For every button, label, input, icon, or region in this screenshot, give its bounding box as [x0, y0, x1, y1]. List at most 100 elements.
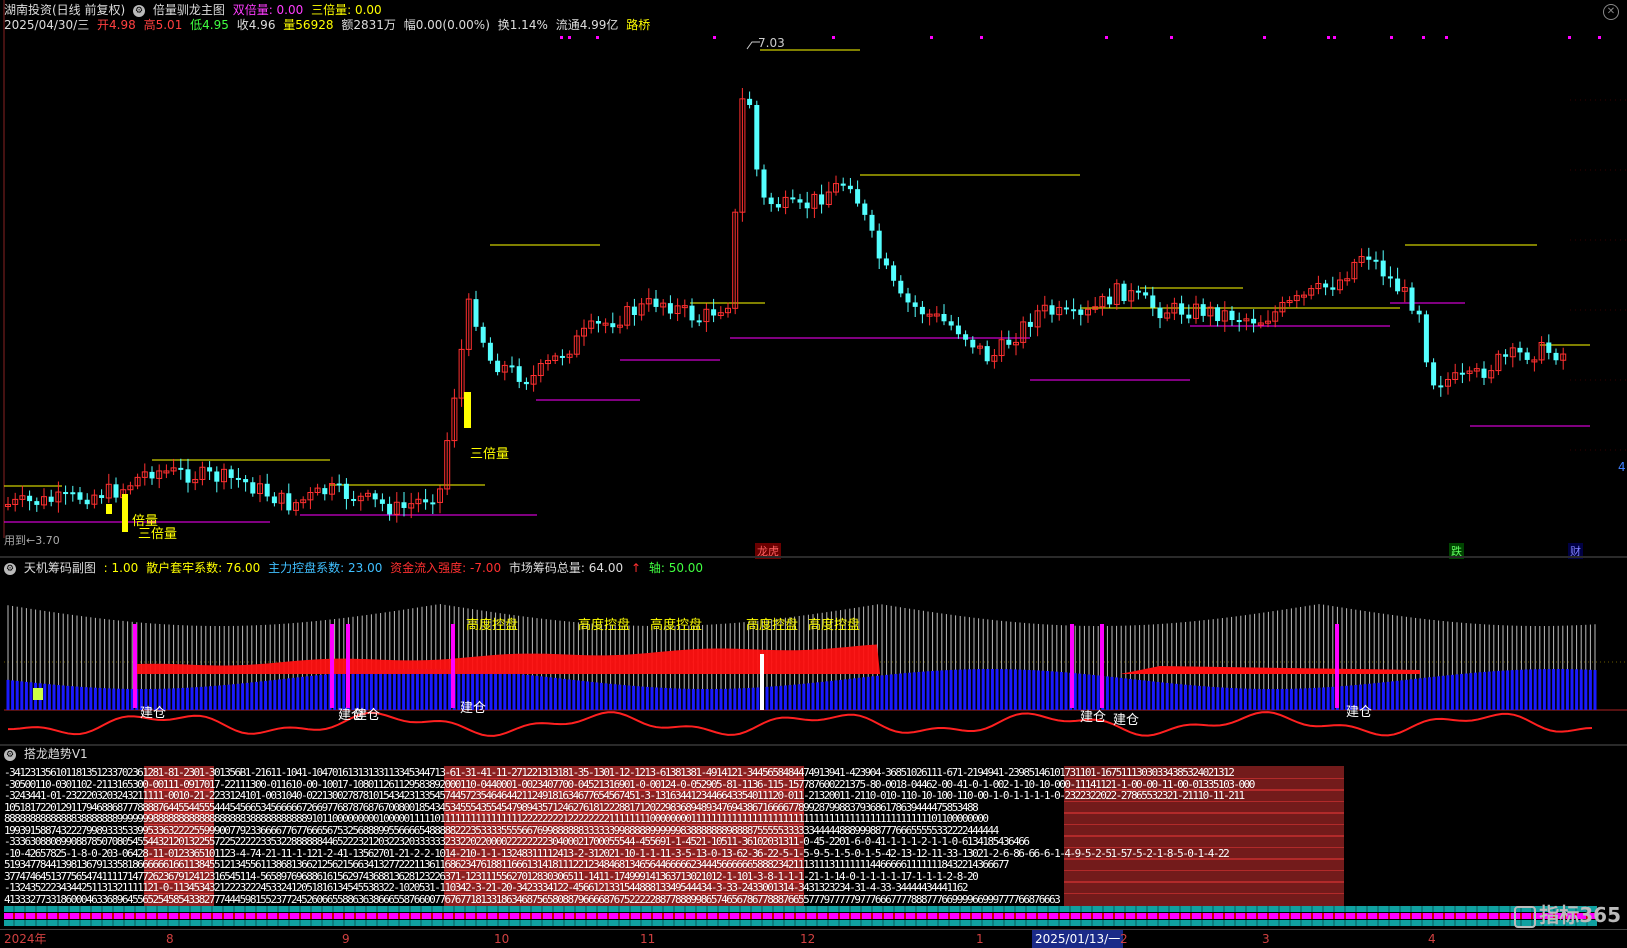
candle-body: [847, 185, 853, 190]
candle-body: [343, 483, 349, 499]
candle-body: [1380, 260, 1386, 277]
color-strip: [4, 920, 1597, 926]
candle-body: [1063, 307, 1069, 310]
candle-body: [1481, 368, 1487, 378]
candle-body: [401, 502, 407, 508]
axis-label: 2: [1120, 932, 1128, 946]
candle-body: [948, 321, 954, 326]
time-axis[interactable]: 2024年 8 9 10 11 12 1 2025/01/13/一 2 3 4: [0, 929, 1627, 948]
candle-body: [919, 306, 925, 315]
signal-dot: [1445, 36, 1448, 39]
candle-body: [1323, 283, 1329, 288]
candle-body: [379, 499, 385, 504]
candle-body: [631, 306, 637, 316]
control-label-1: 高度控盘: [466, 618, 519, 633]
candle-body: [797, 199, 803, 203]
axis-label: 9: [342, 932, 350, 946]
candle-body: [689, 305, 695, 321]
signal-dot: [980, 36, 983, 39]
candle-body: [1423, 314, 1429, 363]
candle-body: [1143, 292, 1149, 296]
candle-body: [559, 355, 565, 358]
control-area: [137, 644, 880, 674]
peak-price-label: 7.03: [758, 36, 785, 50]
control-label-3: 高度控盘: [650, 618, 703, 633]
candle-body: [1186, 314, 1192, 319]
signal-dot: [1568, 36, 1571, 39]
candle-body: [113, 484, 119, 498]
signal-dot: [1333, 36, 1336, 39]
chips-chart[interactable]: [0, 574, 1627, 744]
candle-body: [1215, 307, 1221, 322]
main-chart-pane[interactable]: 湖南投资(日线 前复权) ⚙ 倍量驯龙主图 双倍量: 0.00 三倍量: 0.0…: [0, 0, 1627, 559]
candle-body: [840, 183, 846, 186]
build-line: [1100, 624, 1104, 708]
candle-body: [711, 309, 717, 316]
axis-label: 2025/01/13/一: [1032, 930, 1124, 948]
candle-body: [27, 495, 33, 502]
chips-pane[interactable]: ⚙ 天机筹码副图 : 1.00 散户套牢系数: 76.00 主力控盘系数: 23…: [0, 558, 1627, 744]
candle-body: [1366, 256, 1372, 260]
build-line: [133, 624, 137, 708]
candle-body: [1200, 304, 1206, 316]
support-lines: [4, 49, 1590, 523]
signal-dot: [596, 36, 599, 39]
candle-body: [372, 493, 378, 500]
candle-body: [905, 293, 911, 303]
build-line: [451, 624, 455, 708]
trend-pane[interactable]: ⚙ 搭龙趋势V1 -341231356101181351233702361281…: [0, 746, 1627, 948]
candle-body: [1049, 305, 1055, 315]
build-label-5: 建仓: [1080, 710, 1107, 725]
double-volume-bar: [106, 504, 112, 514]
candle-body: [869, 214, 875, 231]
main-control-coefficient: 主力控盘系数: 23.00: [268, 561, 383, 575]
grid-lines: [1570, 99, 1627, 451]
candle-body: [487, 342, 493, 361]
candle-body: [790, 197, 796, 200]
build-line: [346, 624, 350, 708]
signal-dot: [1263, 36, 1266, 39]
gear-icon[interactable]: ⚙: [4, 562, 16, 575]
signal-dot: [1105, 36, 1108, 39]
axis-label: 12: [800, 932, 816, 946]
candle-body: [653, 298, 659, 307]
candle-body: [1395, 278, 1401, 292]
candle-body: [235, 477, 241, 480]
candle-body: [48, 496, 54, 502]
candle-body: [1459, 372, 1465, 375]
gear-icon[interactable]: ⚙: [4, 748, 16, 761]
candle-body: [34, 501, 40, 505]
candle-body: [696, 320, 702, 323]
candle-body: [862, 203, 868, 215]
candle-body: [595, 321, 601, 324]
candle-body: [1524, 352, 1530, 360]
trend-title[interactable]: 搭龙趋势V1: [24, 747, 88, 761]
candle-body: [1416, 310, 1422, 315]
signal-dot: [1422, 36, 1425, 39]
candle-body: [322, 488, 328, 495]
candle-body: [480, 326, 486, 343]
triple-volume-bar: [122, 494, 128, 532]
logo-icon: [1514, 905, 1537, 928]
build-label-3: 建仓: [354, 708, 381, 723]
candle-body: [1330, 287, 1336, 290]
candle-body: [1517, 347, 1523, 353]
triple-volume-marker-2: 三倍量: [138, 527, 178, 542]
logo: 指标365: [1514, 899, 1621, 928]
chips-v1: : 1.00: [103, 561, 139, 575]
build-line: [330, 624, 334, 708]
build-line: [1335, 624, 1339, 708]
candle-body: [667, 303, 673, 314]
candle-body: [286, 493, 292, 511]
candle-body: [271, 496, 277, 504]
build-line: [1070, 624, 1074, 708]
chips-title[interactable]: 天机筹码副图: [24, 561, 96, 575]
candlestick-chart[interactable]: [0, 0, 1627, 538]
candle-body: [214, 471, 220, 482]
right-edge-label: 4: [1618, 460, 1626, 474]
trend-data-grid: -341231356101181351233702361281-81-2301-…: [0, 766, 1627, 926]
axis-label: 2024年: [4, 932, 47, 946]
candle-body: [775, 204, 781, 208]
candle-body: [149, 471, 155, 479]
signal-dot: [832, 36, 835, 39]
